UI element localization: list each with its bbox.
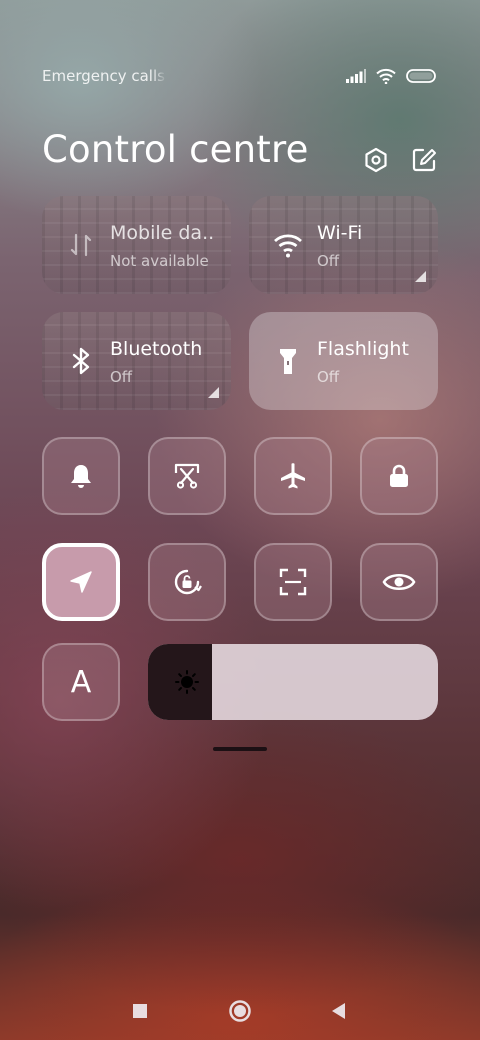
home-icon (229, 1000, 251, 1022)
font-icon: A (70, 664, 92, 700)
location-icon (70, 571, 92, 593)
signal-icon (346, 69, 366, 83)
lock-icon (390, 464, 408, 487)
tile-wifi[interactable]: Wi-Fi Off (249, 196, 438, 294)
bell-icon (71, 465, 91, 488)
lock-screen-toggle[interactable] (360, 437, 438, 515)
tile-status: Not available (110, 252, 209, 270)
font-size-toggle[interactable]: A (42, 643, 120, 721)
recents-button[interactable] (125, 996, 155, 1026)
settings-icon[interactable] (362, 146, 390, 174)
eye-icon (382, 573, 416, 591)
tile-status: Off (317, 368, 340, 386)
mobile-data-icon (70, 233, 92, 257)
home-button[interactable] (225, 996, 255, 1026)
wifi-icon (376, 68, 396, 84)
status-icons (346, 68, 436, 84)
tile-bluetooth[interactable]: Bluetooth Off (42, 312, 231, 410)
tile-label: Bluetooth (110, 338, 203, 360)
carrier-text: Emergency calls o (42, 67, 167, 85)
tile-status: Off (317, 252, 340, 270)
screenshot-toggle[interactable] (148, 437, 226, 515)
brightness-slider[interactable] (148, 644, 438, 720)
rotation-lock-toggle[interactable] (148, 543, 226, 621)
airplane-mode-toggle[interactable] (254, 437, 332, 515)
tile-mobile-data[interactable]: Mobile da.. Not available (42, 196, 231, 294)
tile-label: Mobile da.. (110, 222, 215, 244)
airplane-icon (281, 463, 305, 489)
flashlight-icon (280, 349, 296, 374)
edit-icon[interactable] (410, 146, 438, 174)
tile-label: Flashlight (317, 338, 409, 360)
location-toggle[interactable] (42, 543, 120, 621)
expand-indicator[interactable] (415, 271, 426, 282)
wifi-icon (274, 234, 302, 258)
scanner-toggle[interactable] (254, 543, 332, 621)
bluetooth-icon (72, 347, 90, 375)
ringer-toggle[interactable] (42, 437, 120, 515)
recents-icon (133, 1004, 147, 1018)
status-bar: Emergency calls o (42, 64, 436, 88)
tile-status: Off (110, 368, 133, 386)
expand-indicator[interactable] (208, 387, 219, 398)
scanner-icon (279, 568, 307, 596)
back-button[interactable] (323, 996, 353, 1026)
page-title: Control centre (42, 128, 309, 171)
back-icon (332, 1003, 345, 1019)
tile-flashlight[interactable]: Flashlight Off (249, 312, 438, 410)
drag-handle[interactable] (213, 747, 267, 751)
battery-icon (406, 69, 436, 83)
reading-mode-toggle[interactable] (360, 543, 438, 621)
rotation-lock-icon (174, 569, 202, 595)
brightness-icon (175, 670, 199, 694)
screenshot-icon (174, 463, 200, 489)
tile-label: Wi-Fi (317, 222, 363, 244)
